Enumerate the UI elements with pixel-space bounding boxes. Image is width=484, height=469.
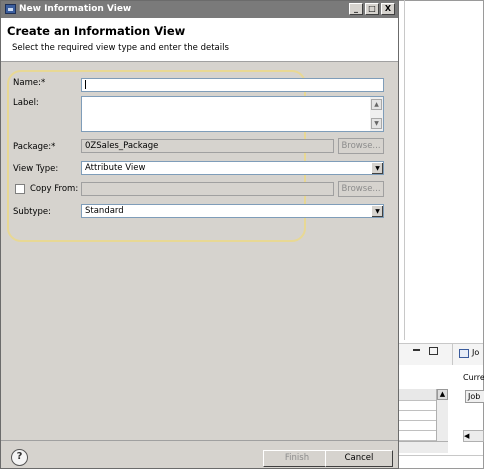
finish-button[interactable]: Finish — [263, 450, 331, 467]
background-current-label: Curre — [463, 373, 484, 382]
background-divider — [404, 0, 405, 340]
package-label: Package:* — [13, 142, 56, 152]
footer-divider — [1, 440, 398, 441]
background-tab-label[interactable]: Jo — [472, 348, 479, 357]
help-icon[interactable]: ? — [11, 449, 28, 466]
minimize-button[interactable]: _ — [349, 3, 363, 15]
label-scrollbar[interactable]: ▲ ▼ — [370, 97, 383, 131]
background-panel-toolbar — [396, 343, 483, 365]
maximize-button[interactable]: □ — [365, 3, 379, 15]
view-type-select[interactable]: Attribute View ▼ — [81, 161, 384, 175]
subtype-label: Subtype: — [13, 207, 52, 217]
name-label: Name:* — [13, 78, 46, 88]
view-type-label: View Type: — [13, 164, 59, 174]
scroll-up-icon[interactable]: ▲ — [437, 389, 448, 400]
subtype-select[interactable]: Standard ▼ — [81, 204, 384, 218]
page-title: Create an Information View — [7, 24, 186, 38]
background-horizontal-scrollbar[interactable] — [398, 441, 448, 453]
background-job-button[interactable]: Job — [465, 390, 484, 403]
background-maximize-icon[interactable] — [429, 347, 438, 355]
background-view-icon — [459, 349, 469, 358]
copy-from-checkbox[interactable] — [15, 184, 25, 194]
background-vertical-scrollbar[interactable]: ▲ — [436, 389, 448, 441]
scroll-up-icon[interactable]: ▲ — [371, 99, 382, 110]
copy-from-field — [81, 182, 334, 196]
copy-from-browse-button: Browse... — [338, 181, 384, 197]
text-cursor — [85, 80, 86, 89]
app-icon — [5, 4, 16, 14]
package-field: 0ZSales_Package — [81, 139, 334, 153]
scroll-down-icon[interactable]: ▼ — [371, 118, 382, 129]
subtype-value: Standard — [85, 206, 124, 216]
new-information-view-dialog: New Information View _ □ X Create an Inf… — [0, 0, 399, 469]
view-type-value: Attribute View — [85, 163, 146, 173]
background-separator — [452, 343, 453, 365]
package-browse-button[interactable]: Browse... — [338, 138, 384, 154]
label-textarea[interactable]: ▲ ▼ — [81, 96, 384, 132]
chevron-down-icon[interactable]: ▼ — [371, 205, 383, 217]
page-description: Select the required view type and enter … — [12, 43, 229, 53]
cancel-button[interactable]: Cancel — [325, 450, 393, 467]
background-bottom-line — [396, 455, 483, 456]
background-minimize-icon[interactable] — [413, 349, 420, 351]
name-input[interactable] — [81, 78, 384, 92]
dialog-header: Create an Information View Select the re… — [1, 18, 398, 62]
label-label: Label: — [13, 98, 39, 108]
copy-from-label: Copy From: — [30, 184, 79, 194]
dialog-title: New Information View — [19, 4, 132, 14]
background-scroll-left-icon[interactable]: ◀ — [463, 430, 484, 442]
dialog-titlebar[interactable]: New Information View _ □ X — [1, 1, 398, 18]
chevron-down-icon[interactable]: ▼ — [371, 162, 383, 174]
close-button[interactable]: X — [381, 3, 395, 15]
